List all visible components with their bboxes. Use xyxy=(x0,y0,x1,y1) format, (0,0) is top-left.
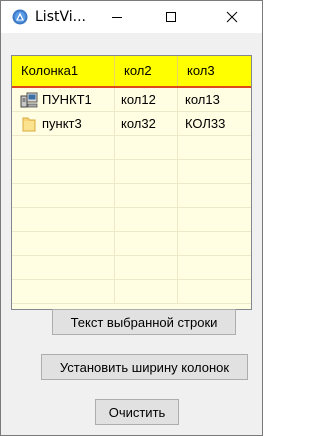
close-icon xyxy=(226,11,238,23)
title-bar[interactable]: ListVi... xyxy=(1,1,262,33)
column-header-3[interactable]: кол3 xyxy=(178,56,251,86)
empty-row xyxy=(12,280,251,304)
list-header: Колонка1 кол2 кол3 xyxy=(12,56,251,88)
empty-row xyxy=(12,160,251,184)
maximize-icon xyxy=(166,12,176,22)
list-view[interactable]: Колонка1 кол2 кол3 ПУНКТ1 кол12 кол13 пу… xyxy=(11,55,252,310)
client-area: Колонка1 кол2 кол3 ПУНКТ1 кол12 кол13 пу… xyxy=(1,33,262,435)
selected-row-text-button[interactable]: Текст выбранной строки xyxy=(52,309,236,335)
minimize-icon xyxy=(112,17,122,18)
column-header-1[interactable]: Колонка1 xyxy=(12,56,115,86)
empty-row xyxy=(12,256,251,280)
cell-col2: кол32 xyxy=(115,112,178,136)
list-row[interactable]: ПУНКТ1 кол12 кол13 xyxy=(12,88,251,112)
list-row[interactable]: пункт3 кол32 КОЛ33 xyxy=(12,112,251,136)
clear-button[interactable]: Очистить xyxy=(95,399,179,425)
cell-name: пункт3 xyxy=(12,112,115,136)
empty-row xyxy=(12,232,251,256)
cell-col3: КОЛ33 xyxy=(185,116,226,131)
cell-col2: кол12 xyxy=(115,88,178,112)
cell-name: ПУНКТ1 xyxy=(12,88,115,112)
close-button[interactable] xyxy=(210,1,254,33)
minimize-button[interactable] xyxy=(95,1,139,33)
empty-row xyxy=(12,136,251,160)
list-body: ПУНКТ1 кол12 кол13 пункт3 кол32 КОЛ33 xyxy=(12,88,251,304)
maximize-button[interactable] xyxy=(149,1,193,33)
set-column-width-button[interactable]: Установить ширину колонок xyxy=(41,354,248,380)
app-logo-icon xyxy=(12,9,28,25)
empty-row xyxy=(12,208,251,232)
app-window: ListVi... Колонка1 кол2 кол3 ПУНКТ1 кол1… xyxy=(0,0,263,436)
empty-row xyxy=(12,184,251,208)
cell-col3: кол13 xyxy=(185,92,220,107)
window-title: ListVi... xyxy=(35,9,86,25)
column-header-2[interactable]: кол2 xyxy=(115,56,178,86)
